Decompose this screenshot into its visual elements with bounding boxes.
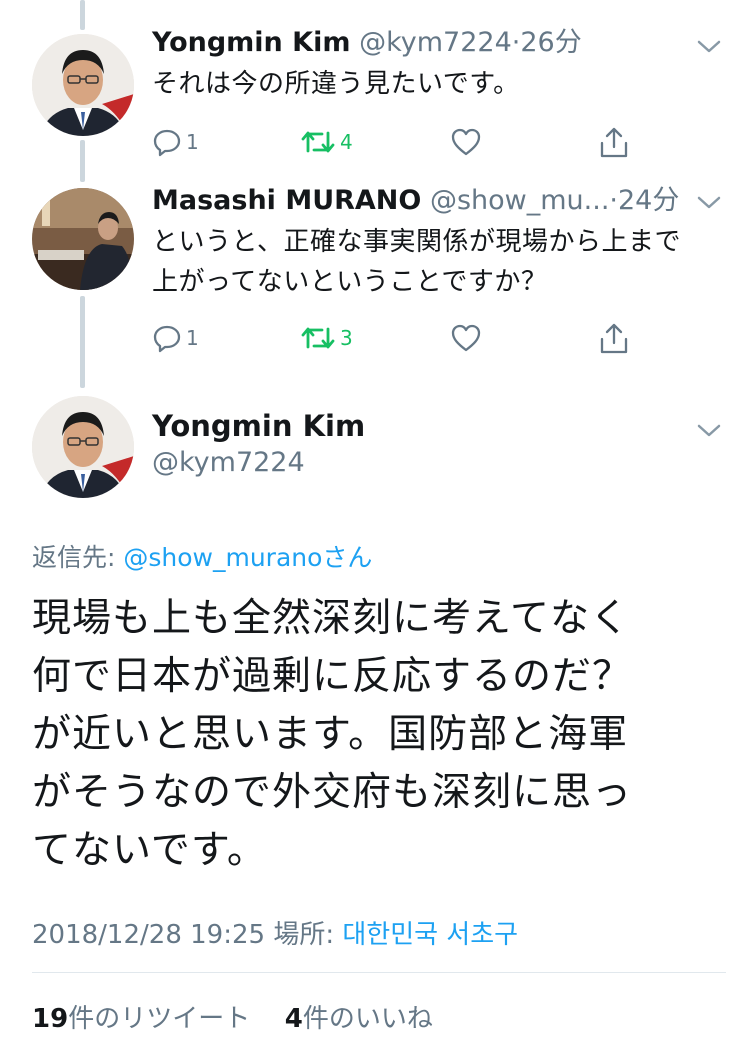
- main-text-line: が近いと思います。国防部と海軍: [32, 712, 629, 757]
- share-button[interactable]: [598, 122, 630, 162]
- like-total: 4: [284, 1004, 303, 1034]
- thread-line-1: [80, 140, 85, 182]
- chevron-down-icon[interactable]: [696, 194, 722, 212]
- tweet-time[interactable]: 26分: [520, 27, 581, 58]
- reply-count: 1: [186, 326, 199, 350]
- share-icon: [600, 127, 628, 158]
- retweet-icon: [301, 327, 335, 349]
- main-text-line: 何で日本が過剰に反応するのだ？: [32, 654, 633, 699]
- retweet-button[interactable]: 3: [300, 318, 353, 358]
- main-text-line: 現場も上も全然深刻に考えてなく: [32, 596, 631, 641]
- tweet-stats: 19件のリツイート 4件のいいね: [32, 998, 433, 1035]
- chevron-down-icon[interactable]: [696, 422, 722, 440]
- reply-icon: [153, 129, 181, 157]
- separator: ·: [609, 185, 618, 216]
- likes-stat[interactable]: 4件のいいね: [285, 1004, 433, 1034]
- tweet-1-actions: 1 4: [152, 122, 632, 162]
- tweet-timestamp[interactable]: 2018/12/28 19:25: [32, 920, 265, 950]
- retweet-label: 件のリツイート: [68, 1004, 251, 1034]
- tweet-2-header: Masashi MURANO @show_mu...·24分: [152, 184, 679, 218]
- main-text-line: てないです。: [32, 828, 267, 873]
- tweet-2-actions: 1 3: [152, 318, 632, 358]
- avatar-yongmin-kim[interactable]: [32, 396, 134, 498]
- share-icon: [600, 323, 628, 354]
- share-button[interactable]: [598, 318, 630, 358]
- like-icon: [451, 128, 481, 156]
- user-name[interactable]: Yongmin Kim: [152, 27, 351, 58]
- main-tweet-text: 現場も上も全然深刻に考えてなく 何で日本が過剰に反応するのだ？ が近いと思います…: [32, 590, 732, 880]
- thread-line-top: [80, 0, 85, 30]
- reply-button[interactable]: 1: [152, 122, 199, 162]
- like-label: 件のいいね: [302, 1004, 433, 1034]
- tweet-text: それは今の所違う見たいです。: [152, 69, 520, 99]
- replying-to: 返信先: @show_muranoさん: [32, 538, 372, 574]
- tweet-text-line-1: というと、正確な事実関係が現場から上まで: [152, 227, 681, 257]
- main-user-handle[interactable]: @kym7224: [152, 447, 305, 478]
- user-handle[interactable]: @kym7224: [359, 27, 512, 58]
- like-button[interactable]: [450, 122, 482, 162]
- reply-button[interactable]: 1: [152, 318, 199, 358]
- tweet-time[interactable]: 24分: [618, 185, 679, 216]
- main-text-line: がそうなので外交府も深刻に思っ: [32, 770, 633, 815]
- reply-count: 1: [186, 130, 199, 154]
- user-name[interactable]: Masashi MURANO: [152, 185, 421, 216]
- avatar-masashi-murano[interactable]: [32, 188, 134, 290]
- retweet-total: 19: [32, 1004, 69, 1034]
- reply-icon: [153, 325, 181, 353]
- retweet-count: 3: [340, 326, 353, 350]
- chevron-down-icon[interactable]: [696, 38, 722, 56]
- divider: [32, 972, 726, 973]
- tweet-1-header: Yongmin Kim @kym7224·26分: [152, 26, 582, 60]
- location-label: 場所:: [273, 920, 343, 950]
- tweet-text-line-2: 上がってないということですか？: [152, 267, 548, 297]
- avatar-yongmin-kim[interactable]: [32, 34, 134, 136]
- user-handle[interactable]: @show_mu...: [430, 185, 609, 216]
- retweet-count: 4: [340, 130, 353, 154]
- replying-to-link[interactable]: @show_muranoさん: [123, 543, 372, 572]
- main-user-name[interactable]: Yongmin Kim: [152, 409, 365, 443]
- tweet-meta: 2018/12/28 19:25 場所: 대한민국 서초구: [32, 914, 518, 951]
- retweet-button[interactable]: 4: [300, 122, 353, 162]
- replying-label: 返信先:: [32, 543, 124, 572]
- like-button[interactable]: [450, 318, 482, 358]
- like-icon: [451, 324, 481, 352]
- retweet-icon: [301, 131, 335, 153]
- thread-line-2: [80, 296, 85, 388]
- location-link[interactable]: 대한민국 서초구: [342, 920, 518, 950]
- retweets-stat[interactable]: 19件のリツイート: [32, 1004, 250, 1034]
